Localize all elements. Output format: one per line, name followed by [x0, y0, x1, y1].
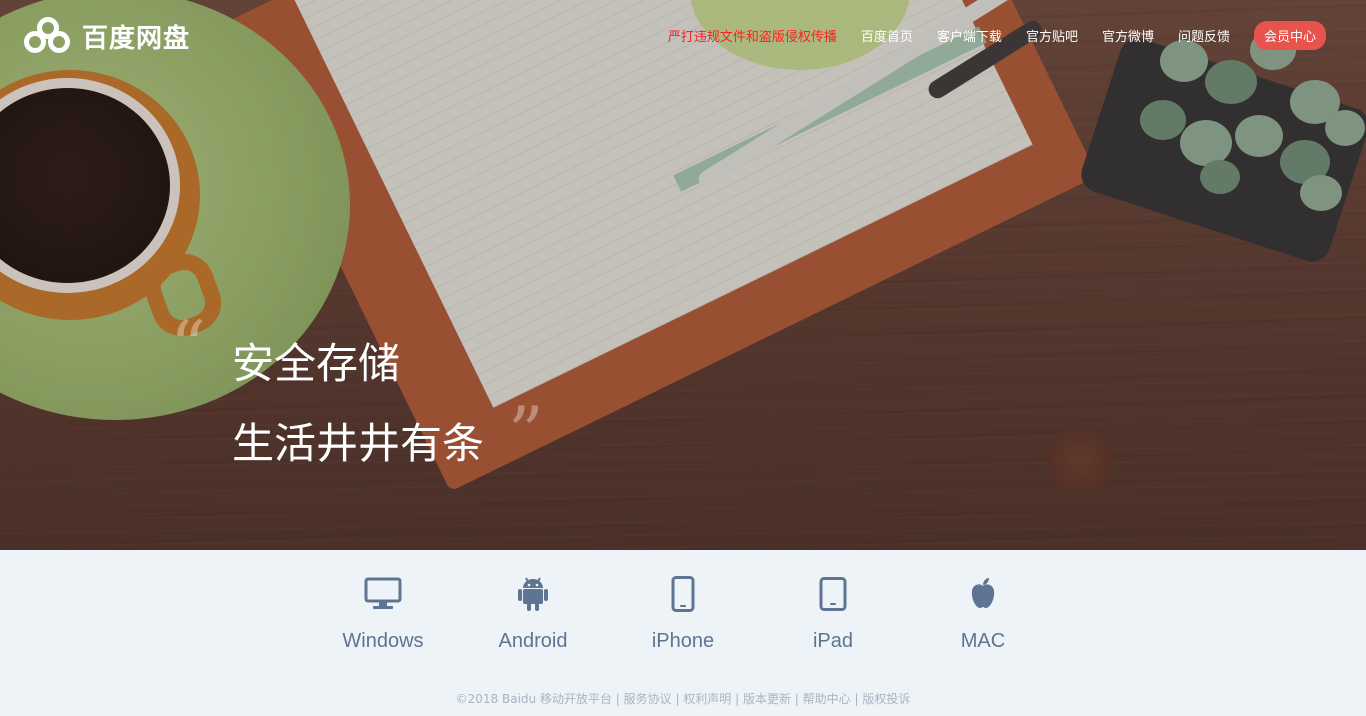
hero-overlay — [0, 0, 1366, 550]
platform-label: MAC — [960, 630, 1006, 652]
phone-icon — [671, 572, 695, 616]
nav-link-client-download[interactable]: 客户端下载 — [937, 26, 1002, 45]
platform-label: Android — [498, 630, 568, 652]
monitor-icon — [364, 572, 402, 616]
nav-link-anti-piracy[interactable]: 严打违规文件和盗版侵权传播 — [668, 26, 837, 45]
android-icon — [518, 572, 548, 616]
hero-slogan-line1: 安全存储 — [232, 339, 401, 388]
hero-banner: 百度网盘 严打违规文件和盗版侵权传播 百度首页 客户端下载 官方贴吧 官方微博 … — [0, 0, 1366, 550]
cloud-logo-icon — [24, 17, 72, 55]
brand-name: 百度网盘 — [82, 23, 191, 54]
apple-icon — [968, 572, 998, 616]
nav-link-official-tieba[interactable]: 官方贴吧 — [1026, 26, 1078, 45]
nav-link-baidu-home[interactable]: 百度首页 — [861, 26, 913, 45]
footer-links[interactable]: ©2018 Baidu 移动开放平台 | 服务协议 | 权利声明 | 版本更新 … — [0, 690, 1366, 707]
top-nav: 严打违规文件和盗版侵权传播 百度首页 客户端下载 官方贴吧 官方微博 问题反馈 … — [668, 20, 1326, 50]
hero-slogan-line2: 生活井井有条 — [232, 419, 485, 468]
platform-label: iPhone — [651, 630, 715, 652]
platform-ipad[interactable]: iPad — [758, 572, 908, 653]
platform-mac[interactable]: MAC — [908, 572, 1058, 653]
platform-label: Windows — [342, 630, 424, 652]
platform-iphone[interactable]: iPhone — [608, 572, 758, 653]
nav-link-official-weibo[interactable]: 官方微博 — [1102, 26, 1154, 45]
quote-open-mark: “ — [170, 306, 206, 388]
platform-windows[interactable]: Windows — [308, 572, 458, 653]
quote-close-mark: ” — [508, 392, 544, 474]
platform-download-list: Windows Android iPhone iPad MAC — [0, 572, 1366, 653]
platform-label: iPad — [812, 630, 854, 652]
member-center-button[interactable]: 会员中心 — [1253, 20, 1326, 50]
platform-android[interactable]: Android — [458, 572, 608, 653]
brand-logo[interactable]: 百度网盘 — [24, 16, 190, 56]
tablet-icon — [819, 572, 847, 616]
nav-link-feedback[interactable]: 问题反馈 — [1178, 26, 1230, 45]
